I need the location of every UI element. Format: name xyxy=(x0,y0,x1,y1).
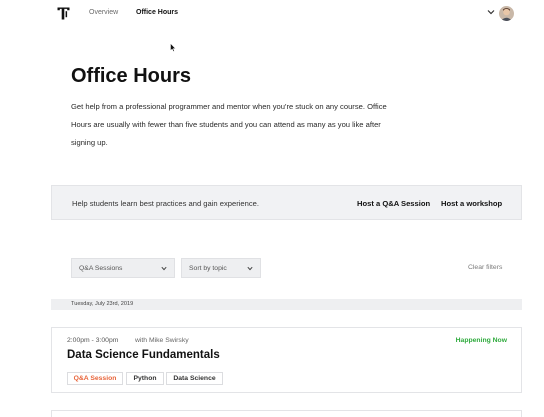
banner-text: Help students learn best practices and g… xyxy=(72,199,260,208)
host-banner: Help students learn best practices and g… xyxy=(51,185,522,220)
nav-link-overview[interactable]: Overview xyxy=(89,9,118,16)
chevron-down-icon xyxy=(247,266,253,271)
clear-filters-link[interactable]: Clear filters xyxy=(468,264,502,271)
intro-line: signing up. xyxy=(71,138,108,147)
chevron-down-icon[interactable] xyxy=(487,9,495,15)
intro-line: Get help from a professional programmer … xyxy=(71,102,387,111)
intro-paragraph: Get help from a professional programmer … xyxy=(71,98,416,152)
mouse-cursor-icon xyxy=(170,43,176,52)
session-card[interactable]: 2:00pm - 3:00pm with Mike Swirsky Happen… xyxy=(51,327,522,393)
tag-qa-session[interactable]: Q&A Session xyxy=(67,372,123,385)
sort-value: Sort by topic xyxy=(189,265,227,272)
tag-data-science[interactable]: Data Science xyxy=(166,372,223,385)
status-badge: Happening Now xyxy=(455,337,507,344)
date-header: Tuesday, July 23rd, 2019 xyxy=(51,299,522,310)
host-workshop-link[interactable]: Host a workshop xyxy=(441,199,502,208)
host-qa-session-link[interactable]: Host a Q&A Session xyxy=(357,199,430,208)
chevron-down-icon xyxy=(161,266,167,271)
session-type-value: Q&A Sessions xyxy=(79,265,123,272)
date-text: Tuesday, July 23rd, 2019 xyxy=(71,301,134,307)
page-title: Office Hours xyxy=(71,65,192,87)
tag-python[interactable]: Python xyxy=(126,372,164,385)
sort-select[interactable]: Sort by topic xyxy=(181,258,261,278)
session-mentor: with Mike Swirsky xyxy=(135,337,189,344)
t-logo-icon[interactable] xyxy=(57,7,70,20)
avatar[interactable] xyxy=(499,6,514,21)
session-title[interactable]: Data Science Fundamentals xyxy=(67,349,220,361)
session-card-next[interactable] xyxy=(51,410,522,417)
top-navigation: Overview Office Hours xyxy=(0,0,544,28)
session-time: 2:00pm - 3:00pm xyxy=(67,337,119,344)
nav-link-office-hours[interactable]: Office Hours xyxy=(136,9,178,16)
session-type-select[interactable]: Q&A Sessions xyxy=(71,258,175,278)
intro-line: Hours are usually with fewer than five s… xyxy=(71,120,381,129)
